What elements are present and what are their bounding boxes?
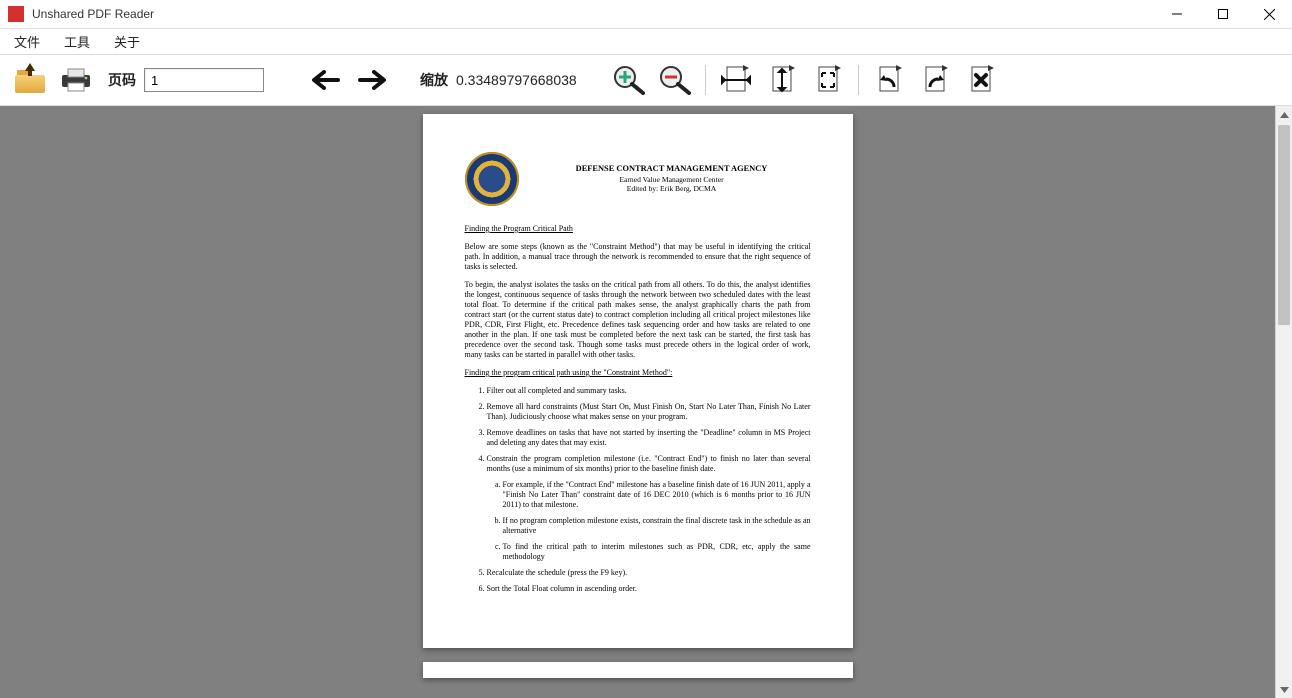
- zoom-out-button[interactable]: [655, 60, 695, 100]
- doc-sublist-item: For example, if the "Contract End" miles…: [503, 480, 811, 510]
- menu-tools[interactable]: 工具: [60, 30, 94, 53]
- menu-about[interactable]: 关于: [110, 30, 144, 53]
- fit-height-button[interactable]: [762, 60, 802, 100]
- zoom-label: 缩放: [414, 70, 450, 90]
- printer-icon: [60, 67, 92, 93]
- close-doc-button[interactable]: [961, 60, 1001, 100]
- rotate-right-button[interactable]: [915, 60, 955, 100]
- scroll-up-button[interactable]: [1276, 106, 1292, 123]
- titlebar: Unshared PDF Reader: [0, 0, 1292, 29]
- fit-page-button[interactable]: [808, 60, 848, 100]
- toolbar-separator: [705, 65, 706, 95]
- toolbar: 页码 缩放 0.33489797668038: [0, 55, 1292, 106]
- doc-list-item: Sort the Total Float column in ascending…: [487, 584, 811, 594]
- document-viewport[interactable]: DEFENSE CONTRACT MANAGEMENT AGENCY Earne…: [0, 106, 1275, 698]
- doc-paragraph: Below are some steps (known as the "Cons…: [465, 242, 811, 272]
- doc-sublist-item: To find the critical path to interim mil…: [503, 542, 811, 562]
- scroll-down-button[interactable]: [1276, 681, 1292, 698]
- maximize-button[interactable]: [1200, 0, 1246, 28]
- agency-seal-icon: [465, 152, 519, 206]
- fit-page-icon: [813, 65, 843, 95]
- close-doc-icon: [966, 65, 996, 95]
- print-button[interactable]: [56, 60, 96, 100]
- close-button[interactable]: [1246, 0, 1292, 28]
- menu-file[interactable]: 文件: [10, 30, 44, 53]
- rotate-right-icon: [920, 65, 950, 95]
- page-label: 页码: [102, 70, 138, 90]
- doc-list-text: Constrain the program completion milesto…: [487, 454, 811, 473]
- folder-open-icon: [15, 67, 45, 93]
- page-number-input[interactable]: [144, 68, 264, 92]
- menubar: 文件 工具 关于: [0, 29, 1292, 55]
- doc-list-item: Remove deadlines on tasks that have not …: [487, 428, 811, 448]
- scrollbar-track[interactable]: [1276, 123, 1292, 681]
- doc-list-item: Constrain the program completion milesto…: [487, 454, 811, 562]
- scrollbar-thumb[interactable]: [1278, 125, 1290, 325]
- arrow-right-icon: [358, 70, 386, 90]
- pdf-page-1: DEFENSE CONTRACT MANAGEMENT AGENCY Earne…: [423, 114, 853, 648]
- minimize-button[interactable]: [1154, 0, 1200, 28]
- doc-list-item: Filter out all completed and summary tas…: [487, 386, 811, 396]
- prev-page-button[interactable]: [306, 60, 346, 100]
- next-page-button[interactable]: [352, 60, 392, 100]
- pdf-page-2: [423, 662, 853, 678]
- vertical-scrollbar[interactable]: [1275, 106, 1292, 698]
- doc-sublist-item: If no program completion milestone exist…: [503, 516, 811, 536]
- doc-title: DEFENSE CONTRACT MANAGEMENT AGENCY: [533, 164, 811, 175]
- doc-section-heading: Finding the program critical path using …: [465, 368, 811, 378]
- zoom-in-button[interactable]: [609, 60, 649, 100]
- chevron-up-icon: [1280, 112, 1289, 118]
- zoom-value: 0.33489797668038: [456, 72, 591, 88]
- open-file-button[interactable]: [10, 60, 50, 100]
- doc-list-item: Recalculate the schedule (press the F9 k…: [487, 568, 811, 578]
- doc-subtitle: Earned Value Management Center: [533, 175, 811, 184]
- fit-width-button[interactable]: [716, 60, 756, 100]
- chevron-down-icon: [1280, 687, 1289, 693]
- doc-paragraph: To begin, the analyst isolates the tasks…: [465, 280, 811, 360]
- app-icon: [8, 6, 24, 22]
- minimize-icon: [1172, 9, 1182, 19]
- fit-width-icon: [721, 65, 751, 95]
- close-icon: [1264, 9, 1275, 20]
- rotate-left-button[interactable]: [869, 60, 909, 100]
- doc-edited-by: Edited by: Erik Berg, DCMA: [533, 184, 811, 193]
- viewer-area: DEFENSE CONTRACT MANAGEMENT AGENCY Earne…: [0, 106, 1292, 698]
- maximize-icon: [1218, 9, 1228, 19]
- zoom-in-icon: [613, 65, 645, 95]
- rotate-left-icon: [874, 65, 904, 95]
- window-title: Unshared PDF Reader: [32, 7, 1154, 21]
- toolbar-separator: [858, 65, 859, 95]
- doc-list-item: Remove all hard constraints (Must Start …: [487, 402, 811, 422]
- arrow-left-icon: [312, 70, 340, 90]
- window-buttons: [1154, 0, 1292, 28]
- zoom-out-icon: [659, 65, 691, 95]
- doc-section-heading: Finding the Program Critical Path: [465, 224, 811, 234]
- fit-height-icon: [767, 65, 797, 95]
